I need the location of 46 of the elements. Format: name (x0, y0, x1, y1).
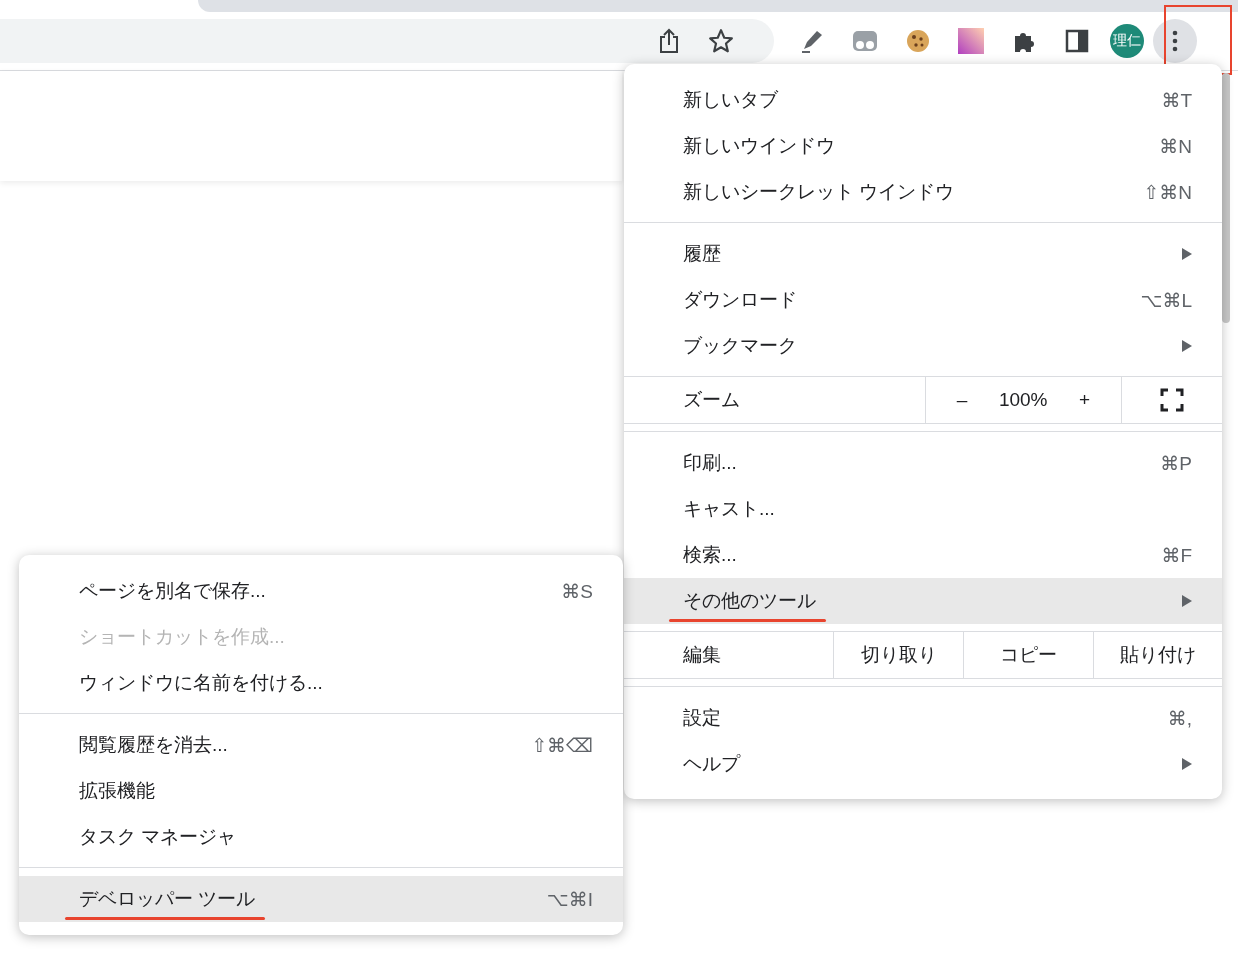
fullscreen-icon (1160, 388, 1184, 412)
edit-label: 編集 (682, 643, 722, 667)
menu-item[interactable]: 履歴 (624, 231, 1222, 277)
shortcut-text: ⌘S (561, 579, 593, 603)
edit-action-button[interactable]: 貼り付け (1093, 632, 1222, 678)
menu-button[interactable] (1153, 19, 1197, 63)
menu-item[interactable]: 閲覧履歴を消去... ⇧⌘⌫ (19, 722, 623, 768)
scrollbar-thumb[interactable] (1222, 73, 1230, 323)
menu-item[interactable]: デベロッパー ツール ⌥⌘I (19, 876, 623, 922)
share-icon[interactable] (658, 28, 680, 54)
shortcut-text: ⇧⌘⌫ (531, 733, 593, 757)
avatar[interactable]: 理仁 (1110, 24, 1144, 58)
menu-item[interactable]: 設定 ⌘, (624, 695, 1222, 741)
gradient-square-icon[interactable] (957, 27, 985, 55)
shortcut-text: ⌘P (1160, 451, 1192, 475)
shortcut-text: ⌘T (1161, 88, 1192, 112)
more-icon (1172, 30, 1178, 52)
menu-item[interactable]: 印刷... ⌘P (624, 440, 1222, 486)
menu-item[interactable]: 検索... ⌘F (624, 532, 1222, 578)
shortcut-text: ⇧⌘N (1143, 180, 1192, 204)
side-panel-icon[interactable] (1063, 27, 1091, 55)
shortcut-text: ⌘N (1159, 134, 1192, 158)
menu-item[interactable]: ブックマーク (624, 323, 1222, 369)
menu-item[interactable]: ヘルプ (624, 741, 1222, 787)
zoom-level: 100% (998, 389, 1048, 411)
edit-action-button[interactable]: 切り取り (833, 632, 963, 678)
shortcut-text: ⌘, (1167, 706, 1192, 730)
shortcut-text: ⌥⌘L (1140, 288, 1192, 312)
menu-item[interactable]: 新しいタブ ⌘T (624, 77, 1222, 123)
bookmark-star-icon[interactable] (708, 28, 734, 54)
cookie-icon[interactable] (904, 27, 932, 55)
menu-item[interactable]: キャスト... (624, 486, 1222, 532)
menu-item[interactable]: 新しいシークレット ウインドウ ⇧⌘N (624, 169, 1222, 215)
menu-item[interactable]: タスク マネージャ (19, 814, 623, 860)
menu-item[interactable]: その他のツール (624, 578, 1222, 624)
menu-item[interactable]: ダウンロード ⌥⌘L (624, 277, 1222, 323)
zoom-label: ズーム (682, 388, 741, 412)
edit-action-button[interactable]: コピー (963, 632, 1093, 678)
shortcut-text: ⌥⌘I (546, 887, 593, 911)
menu-item[interactable]: ウィンドウに名前を付ける... (19, 660, 623, 706)
menu-item[interactable]: ページを別名で保存... ⌘S (19, 568, 623, 614)
menu-item[interactable]: 拡張機能 (19, 768, 623, 814)
menu-item[interactable]: 新しいウインドウ ⌘N (624, 123, 1222, 169)
shortcut-text: ⌘F (1161, 543, 1192, 567)
zoom-in-button[interactable]: + (1069, 389, 1101, 411)
zoom-out-button[interactable]: – (946, 389, 978, 411)
